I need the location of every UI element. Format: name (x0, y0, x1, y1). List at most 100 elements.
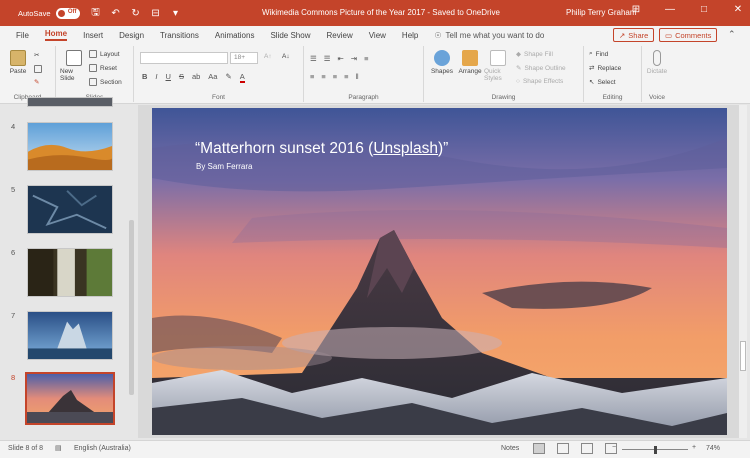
normal-view-icon[interactable] (533, 443, 545, 454)
arrange-button[interactable]: Arrange (456, 50, 484, 75)
font-name-field[interactable] (140, 52, 228, 64)
tab-transitions[interactable]: Transitions (160, 31, 199, 40)
shapes-label: Shapes (430, 68, 454, 75)
tab-view[interactable]: View (369, 31, 386, 40)
minimize-icon[interactable]: — (664, 4, 676, 15)
columns-icon[interactable]: ‖ (356, 72, 359, 81)
share-button[interactable]: ↗ Share (613, 28, 655, 42)
comments-button[interactable]: ▭ Comments (659, 28, 718, 42)
tab-home[interactable]: Home (44, 29, 68, 41)
replace-button[interactable]: ⇄ Replace (589, 64, 621, 73)
zoom-in-icon[interactable]: + (692, 444, 696, 451)
current-slide[interactable]: “Matterhorn sunset 2016 (Unsplash)” By S… (152, 108, 727, 435)
notes-button[interactable]: Notes (501, 445, 519, 452)
tell-me-box[interactable]: ☉ Tell me what you want to do (434, 31, 544, 40)
paste-label: Paste (9, 68, 27, 75)
cut-icon[interactable]: ✂ (34, 51, 39, 59)
tab-design[interactable]: Design (119, 31, 144, 40)
redo-icon[interactable]: ↻ (130, 8, 142, 19)
select-button[interactable]: ↖ Select (589, 78, 616, 87)
zoom-level[interactable]: 74% (706, 445, 720, 452)
reading-view-icon[interactable] (581, 443, 593, 454)
zoom-slider-knob[interactable] (654, 446, 657, 454)
customize-qat-icon[interactable]: ▾ (170, 8, 182, 19)
slide-thumbnail-4[interactable] (27, 122, 113, 171)
font-group: 18+ A↑ A↓ B I U S ab Aa ✎ A Font (134, 46, 304, 102)
line-spacing-icon[interactable]: ≡ (364, 54, 368, 63)
slide-thumbnail-5[interactable] (27, 185, 113, 234)
close-icon[interactable]: ✕ (732, 4, 744, 15)
shape-outline-button[interactable]: ✎ Shape Outline (516, 64, 566, 73)
quick-styles-button[interactable]: Quick Styles (484, 50, 512, 82)
slide-sorter-icon[interactable] (557, 443, 569, 454)
highlight-icon[interactable]: ✎ (225, 72, 231, 83)
increase-indent-icon[interactable]: ⇥ (351, 54, 357, 63)
align-left-icon[interactable]: ≡ (310, 72, 314, 81)
accessibility-icon[interactable]: ▤ (55, 444, 62, 452)
font-size-field[interactable]: 18+ (230, 52, 258, 64)
autosave-toggle[interactable]: Off (55, 7, 80, 19)
tab-slide-show[interactable]: Slide Show (270, 31, 310, 40)
font-color-icon[interactable]: A (239, 72, 245, 83)
change-case-icon[interactable]: Aa (208, 72, 217, 83)
font-label: Font (211, 94, 225, 101)
reset-button[interactable]: Reset (89, 64, 117, 72)
slide-thumbnail-8[interactable] (25, 372, 115, 425)
dictate-button[interactable]: Dictate (643, 50, 671, 75)
bold-icon[interactable]: B (142, 72, 147, 83)
collapse-ribbon-icon[interactable]: ⌃ (728, 29, 736, 40)
find-button[interactable]: ⌕ Find (589, 50, 608, 58)
underline-icon[interactable]: U (166, 72, 171, 83)
shape-fill-button[interactable]: ◆ Shape Fill (516, 50, 553, 59)
italic-icon[interactable]: I (155, 72, 157, 83)
paragraph-label: Paragraph (348, 94, 379, 101)
section-button[interactable]: Section (89, 78, 122, 86)
slide-number-5: 5 (11, 185, 16, 194)
shapes-button[interactable]: Shapes (428, 50, 456, 75)
bullets-icon[interactable]: ☰ (310, 54, 317, 63)
format-painter-icon[interactable]: ✎ (34, 78, 39, 86)
new-slide-button[interactable]: New Slide (60, 50, 88, 82)
strikethrough-icon[interactable]: S (179, 72, 184, 83)
ribbon-display-icon[interactable]: ⊞ (630, 4, 642, 15)
save-icon[interactable]: 🖫 (90, 5, 102, 22)
numbering-icon[interactable]: ☰ (324, 54, 331, 63)
slide-thumbnail-7[interactable] (27, 311, 113, 360)
present-icon[interactable]: ⊟ (150, 8, 162, 19)
align-center-icon[interactable]: ≡ (321, 72, 325, 81)
maximize-icon[interactable]: □ (698, 4, 710, 15)
grow-font-icon[interactable]: A↑ (264, 53, 272, 60)
align-right-icon[interactable]: ≡ (333, 72, 337, 81)
spacing-icon[interactable]: ab (192, 72, 200, 83)
tab-insert[interactable]: Insert (83, 31, 103, 40)
effects-icon: ○ (516, 78, 520, 85)
language-status[interactable]: English (Australia) (74, 445, 131, 452)
tab-file[interactable]: File (16, 31, 29, 40)
slide-vertical-scrollbar[interactable] (739, 105, 747, 438)
thumbnails-scrollbar[interactable] (129, 220, 134, 395)
tab-animations[interactable]: Animations (215, 31, 255, 40)
layout-button[interactable]: Layout (89, 50, 120, 58)
unsplash-link[interactable]: Unsplash (373, 140, 438, 157)
slide-subtitle[interactable]: By Sam Ferrara (196, 162, 252, 171)
tab-review[interactable]: Review (326, 31, 352, 40)
slide-thumbnail-6[interactable] (27, 248, 113, 297)
decrease-indent-icon[interactable]: ⇤ (337, 54, 343, 63)
shrink-font-icon[interactable]: A↓ (282, 53, 290, 60)
autosave[interactable]: AutoSave Off (18, 7, 80, 19)
slide-thumbnail-3-partial[interactable] (27, 97, 113, 107)
title-bar: AutoSave Off 🖫 ↶ ↻ ⊟ ▾ Wikimedia Commons… (0, 0, 750, 26)
user-name[interactable]: Philip Terry Graham (566, 8, 637, 17)
zoom-out-icon[interactable]: − (612, 444, 616, 451)
shape-effects-button[interactable]: ○ Shape Effects (516, 78, 563, 85)
scrollbar-thumb[interactable] (740, 341, 746, 371)
paste-button[interactable]: Paste (4, 50, 32, 75)
justify-icon[interactable]: ≡ (344, 72, 348, 81)
slide-title[interactable]: “Matterhorn sunset 2016 (Unsplash)” (195, 140, 448, 158)
paragraph-group: ☰ ☰ ⇤ ⇥ ≡ ≡ ≡ ≡ ≡ ‖ Paragraph (304, 46, 424, 102)
tab-help[interactable]: Help (402, 31, 418, 40)
copy-icon[interactable] (34, 65, 42, 73)
undo-icon[interactable]: ↶ (110, 8, 122, 19)
layout-icon (89, 50, 97, 58)
layout-label: Layout (100, 50, 120, 58)
